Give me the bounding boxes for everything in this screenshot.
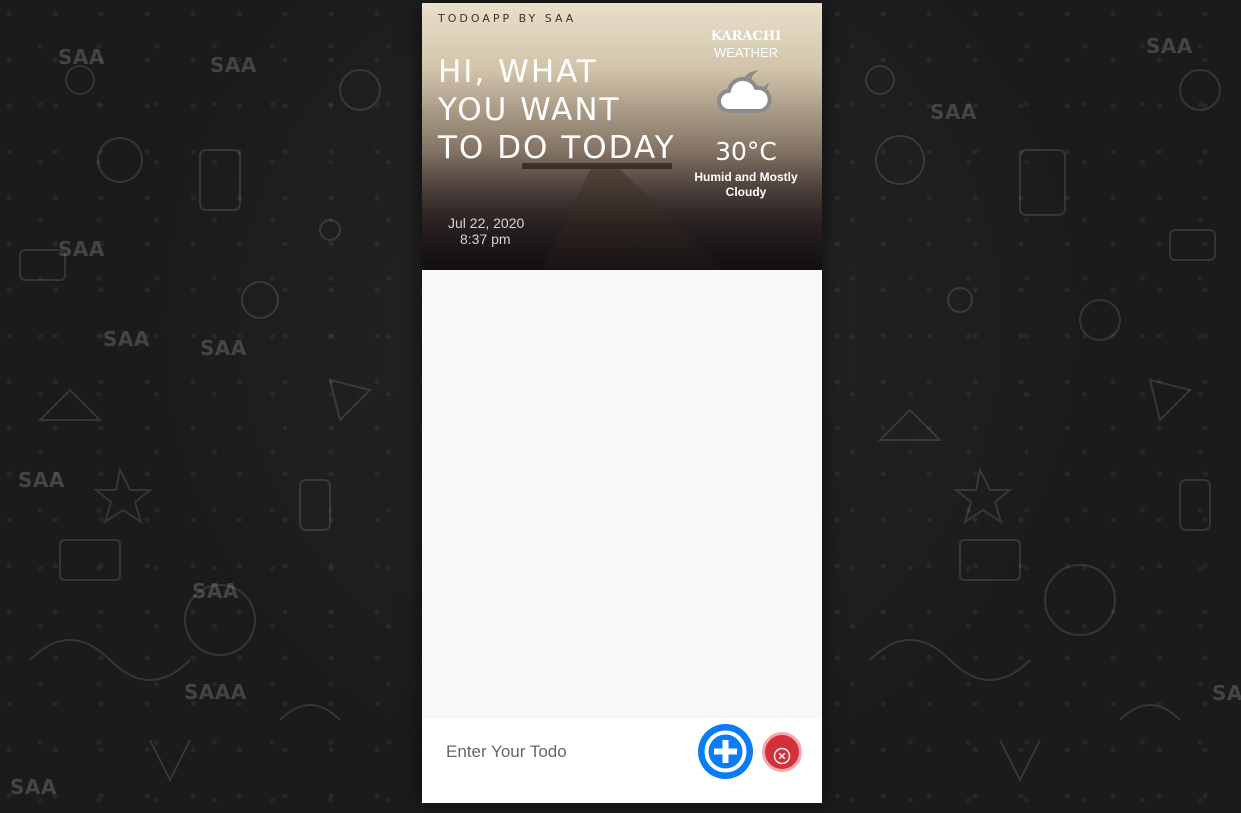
- todo-input-bar: [422, 719, 822, 803]
- current-date: Jul 22, 2020: [448, 215, 525, 231]
- watermark: SAA: [200, 336, 247, 360]
- weather-description: Humid and Mostly Cloudy: [694, 170, 798, 199]
- watermark: SAA: [18, 468, 65, 492]
- watermark: SAA: [10, 775, 57, 799]
- current-time: 8:37 pm: [460, 231, 511, 247]
- weather-label: WEATHER: [713, 45, 779, 60]
- cloudy-night-icon: [717, 70, 772, 113]
- clear-todos-button[interactable]: [762, 732, 802, 772]
- greeting-headline: HI, WHAT YOU WANT TO DO TODAY: [438, 54, 676, 166]
- watermark: SAA: [103, 327, 150, 351]
- current-datetime: Jul 22, 2020 8:37 pm: [448, 215, 548, 247]
- weather-widget: KARACHI WEATHER 30°C Humid and Mostly Cl…: [686, 29, 806, 200]
- watermark: SAA: [192, 579, 239, 603]
- plus-circle-icon: [704, 730, 747, 773]
- watermark: SAA: [58, 237, 105, 261]
- app-brand: TODOAPP BY SAA: [438, 12, 577, 25]
- watermark: SAA: [930, 100, 977, 124]
- todo-app: TODOAPP BY SAA HI, WHAT YOU WANT TO DO T…: [422, 3, 822, 803]
- weather-temperature: 30°C: [715, 137, 777, 166]
- close-circle-icon: [773, 747, 791, 765]
- add-todo-button[interactable]: [698, 724, 753, 779]
- watermark: SAA: [210, 53, 257, 77]
- todo-list: [422, 270, 822, 719]
- watermark: SAA: [1146, 34, 1193, 58]
- header-banner: TODOAPP BY SAA HI, WHAT YOU WANT TO DO T…: [422, 3, 822, 270]
- weather-city: KARACHI: [710, 29, 782, 44]
- watermark: SA: [1212, 681, 1241, 705]
- watermark: SAA: [58, 45, 105, 69]
- todo-input[interactable]: [436, 737, 706, 767]
- watermark: SAAA: [184, 680, 247, 704]
